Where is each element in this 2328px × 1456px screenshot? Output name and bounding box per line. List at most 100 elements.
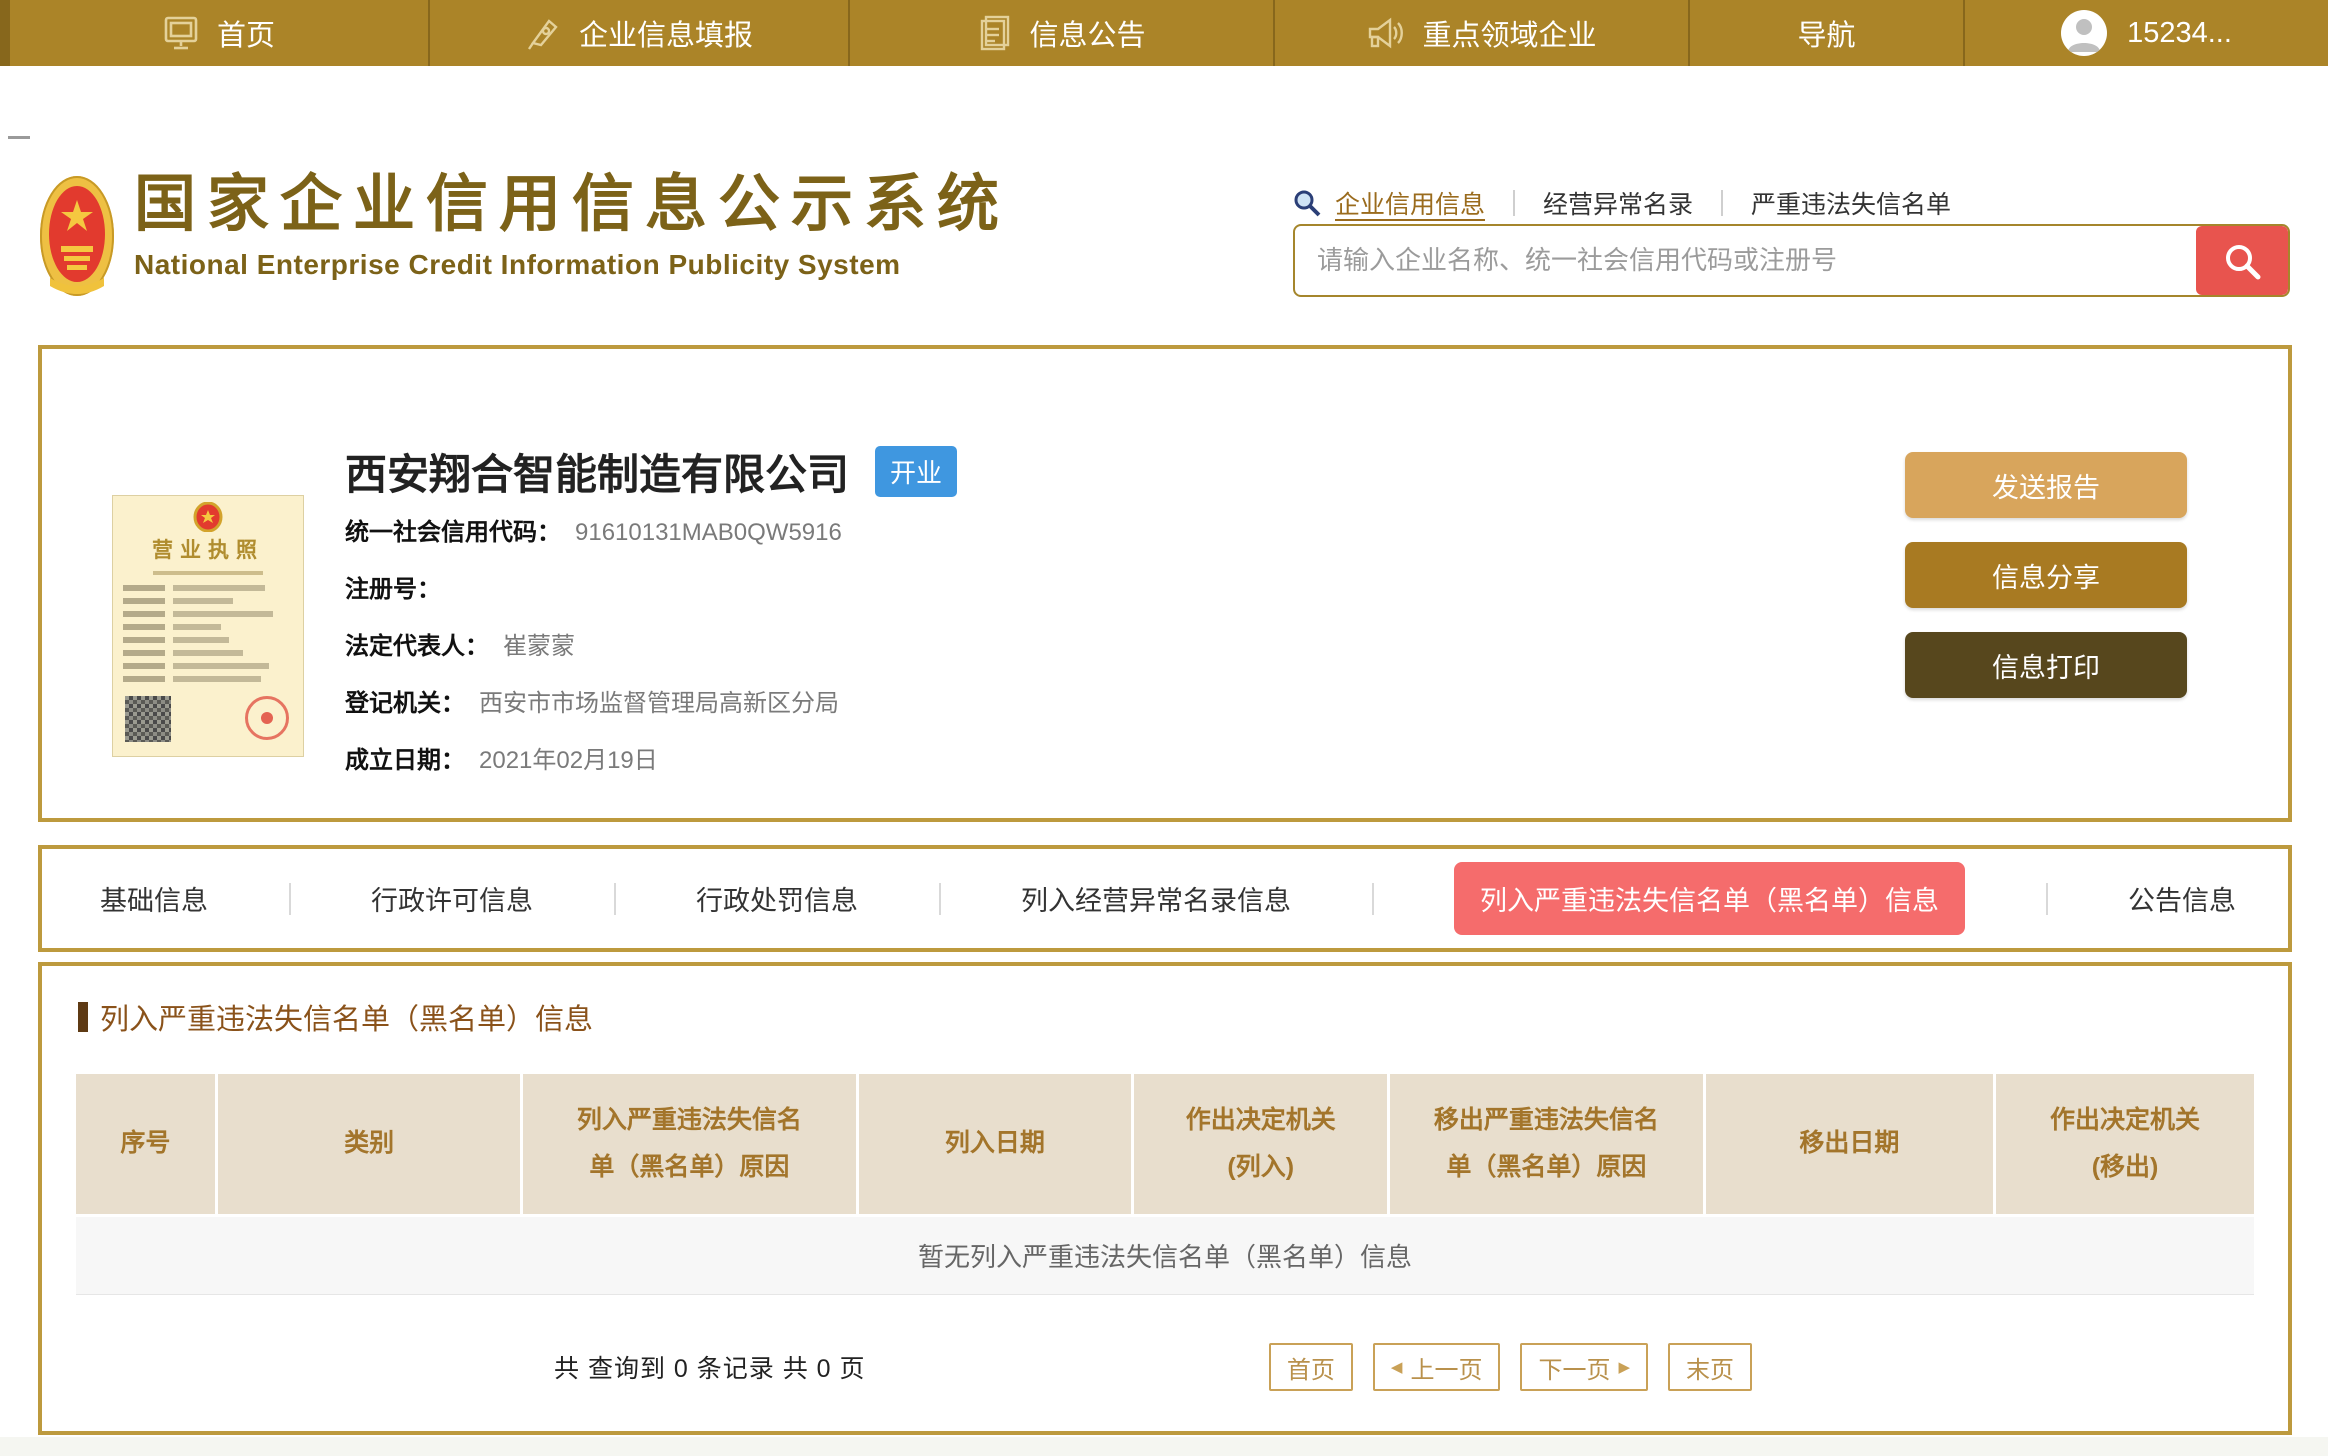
field-establishment-date: 成立日期： 2021年02月19日 — [345, 740, 842, 775]
search-tab-abnormal-operations[interactable]: 经营异常名录 — [1543, 185, 1693, 221]
pagination-row: 共 查询到 0 条记录 共 0 页 首页 ◀ 上一页 下一页 ▶ 末页 — [42, 1343, 2288, 1391]
first-page-label: 首页 — [1286, 1356, 1335, 1384]
site-brand: 国家企业信用信息公示系统 National Enterprise Credit … — [38, 172, 1010, 300]
record-count-summary: 共 查询到 0 条记录 共 0 页 — [554, 1355, 866, 1383]
column-header-category: 类别 — [217, 1074, 521, 1214]
divider — [1721, 190, 1724, 216]
license-subtitle-line — [153, 571, 263, 575]
tab-announcement-info[interactable]: 公告信息 — [2128, 879, 2236, 918]
field-label: 成立日期： — [345, 747, 465, 774]
last-page-button[interactable]: 末页 — [1668, 1343, 1752, 1391]
nav-item-key-field-enterprises[interactable]: 重点领域企业 — [1275, 0, 1690, 66]
divider — [1513, 190, 1516, 216]
field-legal-representative: 法定代表人： 崔蒙蒙 — [345, 626, 842, 661]
next-page-button[interactable]: 下一页 ▶ — [1520, 1343, 1648, 1391]
nav-user-account[interactable]: 15234... — [1965, 0, 2328, 66]
divider — [1371, 882, 1374, 915]
field-value: 91610131MAB0QW5916 — [575, 519, 842, 546]
column-header-listing-reason: 列入严重违法失信名 单（黑名单）原因 — [523, 1074, 856, 1214]
print-info-button[interactable]: 信息打印 — [1905, 632, 2187, 698]
tab-serious-violations-blacklist[interactable]: 列入严重违法失信名单（黑名单）信息 — [1454, 862, 1965, 935]
blacklist-table: 序号 类别 列入严重违法失信名 单（黑名单）原因 列入日期 作出决定机关 (列入… — [76, 1074, 2254, 1295]
nav-item-enterprise-filing[interactable]: 企业信息填报 — [430, 0, 850, 66]
search-box — [1293, 224, 2290, 297]
license-text-line — [123, 637, 293, 643]
blacklist-content-card: 列入严重违法失信名单（黑名单）信息 序号 类别 列入严重违法失信名 单（黑名单）… — [38, 962, 2292, 1435]
field-value: 2021年02月19日 — [479, 747, 658, 774]
license-text-line — [123, 585, 293, 591]
pen-icon — [527, 19, 558, 50]
collapsed-element-dash — [8, 136, 30, 139]
table-empty-state: 暂无列入严重违法失信名单（黑名单）信息 — [76, 1217, 2254, 1295]
top-navigation: 首页 企业信息填报 信息公告 重点领域企业 导航 15234... — [0, 0, 2328, 66]
section-title: 列入严重违法失信名单（黑名单）信息 — [100, 1004, 594, 1036]
field-registration-number: 注册号： — [345, 569, 842, 604]
divider — [2045, 882, 2048, 915]
tab-basic-info[interactable]: 基础信息 — [100, 879, 208, 918]
field-label: 统一社会信用代码： — [345, 519, 561, 546]
table-header-row: 序号 类别 列入严重违法失信名 单（黑名单）原因 列入日期 作出决定机关 (列入… — [76, 1074, 2254, 1214]
nav-item-navigation[interactable]: 导航 — [1690, 0, 1965, 66]
share-info-button[interactable]: 信息分享 — [1905, 542, 2187, 608]
search-button[interactable] — [2196, 226, 2288, 295]
pager-buttons: 首页 ◀ 上一页 下一页 ▶ 末页 — [1268, 1343, 1752, 1391]
next-page-label: 下一页 — [1538, 1356, 1611, 1384]
monitor-icon — [164, 16, 198, 50]
nav-item-announcements[interactable]: 信息公告 — [850, 0, 1275, 66]
tab-administrative-license[interactable]: 行政许可信息 — [371, 879, 533, 918]
search-input[interactable] — [1295, 226, 2196, 295]
page-bottom-strip — [0, 1437, 2328, 1456]
field-label: 登记机关： — [345, 690, 465, 717]
nav-item-label: 导航 — [1797, 20, 1856, 52]
license-qr-code — [125, 696, 171, 742]
status-badge: 开业 — [875, 446, 958, 497]
nav-item-label: 首页 — [216, 20, 275, 52]
search-category-tabs: 企业信用信息 经营异常名录 严重违法失信名单 — [1293, 185, 1951, 221]
left-arrow-icon: ◀ — [1390, 1359, 1403, 1376]
search-category-icon — [1294, 190, 1321, 217]
field-value: 崔蒙蒙 — [503, 633, 575, 660]
tab-administrative-penalty[interactable]: 行政处罚信息 — [696, 879, 858, 918]
send-report-button[interactable]: 发送报告 — [1905, 452, 2187, 518]
nav-item-label: 信息公告 — [1029, 20, 1146, 52]
nav-item-home[interactable]: 首页 — [0, 0, 430, 66]
license-text-line — [123, 611, 293, 617]
field-value: 西安市市场监督管理局高新区分局 — [479, 690, 839, 717]
divider — [938, 882, 941, 915]
company-summary-card: 营业执照 西安翔合智能制造有限公司 开业 统一社会信用代码： 91610131M… — [38, 345, 2292, 822]
column-header-listing-authority: 作出决定机关 (列入) — [1134, 1074, 1388, 1214]
nav-user-label: 15234... — [2127, 16, 2232, 49]
tab-abnormal-operations-list[interactable]: 列入经营异常名录信息 — [1021, 879, 1291, 918]
business-license-image[interactable]: 营业执照 — [112, 495, 304, 757]
field-registration-authority: 登记机关： 西安市市场监督管理局高新区分局 — [345, 683, 842, 718]
document-icon — [981, 15, 1010, 51]
column-header-removal-date: 移出日期 — [1705, 1074, 1994, 1214]
last-page-label: 末页 — [1686, 1356, 1734, 1384]
prev-page-button[interactable]: ◀ 上一页 — [1372, 1343, 1501, 1391]
prev-page-label: 上一页 — [1410, 1356, 1483, 1384]
license-text-line — [123, 650, 293, 656]
site-title: 国家企业信用信息公示系统 — [134, 170, 1011, 239]
divider — [613, 882, 616, 915]
column-header-removal-reason: 移出严重违法失信名 单（黑名单）原因 — [1390, 1074, 1703, 1214]
field-label: 法定代表人： — [345, 633, 489, 660]
first-page-button[interactable]: 首页 — [1268, 1343, 1353, 1391]
license-text-line — [123, 663, 293, 669]
company-name: 西安翔合智能制造有限公司 — [345, 451, 850, 498]
column-header-seq: 序号 — [76, 1074, 215, 1214]
field-credit-code: 统一社会信用代码： 91610131MAB0QW5916 — [345, 512, 842, 547]
company-fields: 统一社会信用代码： 91610131MAB0QW5916 注册号： 法定代表人：… — [345, 512, 842, 797]
right-arrow-icon: ▶ — [1618, 1359, 1630, 1376]
search-tab-enterprise-credit[interactable]: 企业信用信息 — [1335, 185, 1485, 221]
section-title-row: 列入严重违法失信名单（黑名单）信息 — [78, 996, 2288, 1038]
nav-item-label: 企业信息填报 — [578, 20, 753, 52]
search-tab-serious-violations[interactable]: 严重违法失信名单 — [1751, 185, 1951, 221]
license-emblem-icon — [193, 502, 223, 532]
license-red-seal — [245, 696, 289, 740]
national-emblem-logo — [40, 176, 114, 296]
nav-item-label: 重点领域企业 — [1422, 20, 1597, 52]
field-label: 注册号： — [345, 576, 441, 603]
column-header-listing-date: 列入日期 — [858, 1074, 1132, 1214]
company-action-buttons: 发送报告 信息分享 信息打印 — [1905, 452, 2187, 698]
site-subtitle: National Enterprise Credit Information P… — [134, 249, 901, 281]
